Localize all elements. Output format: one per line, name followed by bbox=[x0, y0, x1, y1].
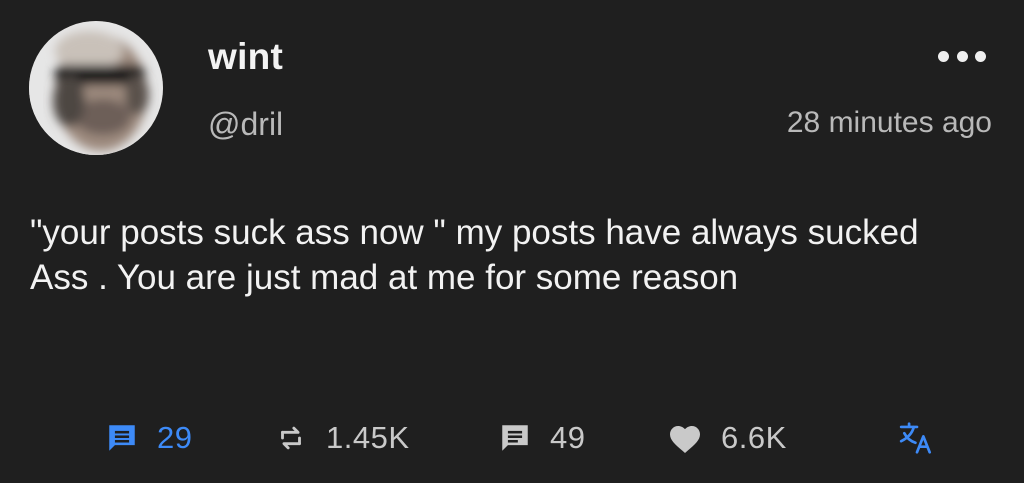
reposts-count: 1.45K bbox=[326, 420, 410, 455]
repost-icon bbox=[281, 426, 301, 450]
quotes-button[interactable]: 49 bbox=[498, 414, 585, 462]
translate-button[interactable] bbox=[897, 414, 937, 462]
avatar[interactable] bbox=[29, 21, 163, 155]
heart-icon bbox=[670, 426, 700, 453]
likes-count: 6.6K bbox=[721, 420, 787, 455]
quotes-count: 49 bbox=[550, 420, 586, 455]
author-handle[interactable]: @dril bbox=[208, 106, 283, 143]
post-timestamp: 28 minutes ago bbox=[786, 106, 992, 139]
more-dot bbox=[938, 50, 949, 62]
post-text: "your posts suck ass now " my posts have… bbox=[30, 213, 927, 297]
like-button[interactable]: 6.6K bbox=[667, 414, 787, 462]
replies-count: 29 bbox=[157, 420, 193, 455]
more-dot bbox=[975, 50, 986, 62]
repost-button[interactable]: 1.45K bbox=[274, 414, 410, 462]
more-options-icon[interactable] bbox=[938, 46, 986, 66]
replies-button[interactable]: 29 bbox=[105, 414, 192, 462]
author-display-name[interactable]: wint bbox=[208, 36, 283, 78]
comment-icon bbox=[502, 425, 528, 451]
translate-icon bbox=[899, 422, 932, 454]
reply-thread-icon bbox=[109, 425, 135, 451]
more-dot bbox=[956, 50, 968, 62]
avatar-image bbox=[29, 21, 163, 155]
action-bar: 29 1.45K 49 6.6K bbox=[0, 414, 1024, 462]
